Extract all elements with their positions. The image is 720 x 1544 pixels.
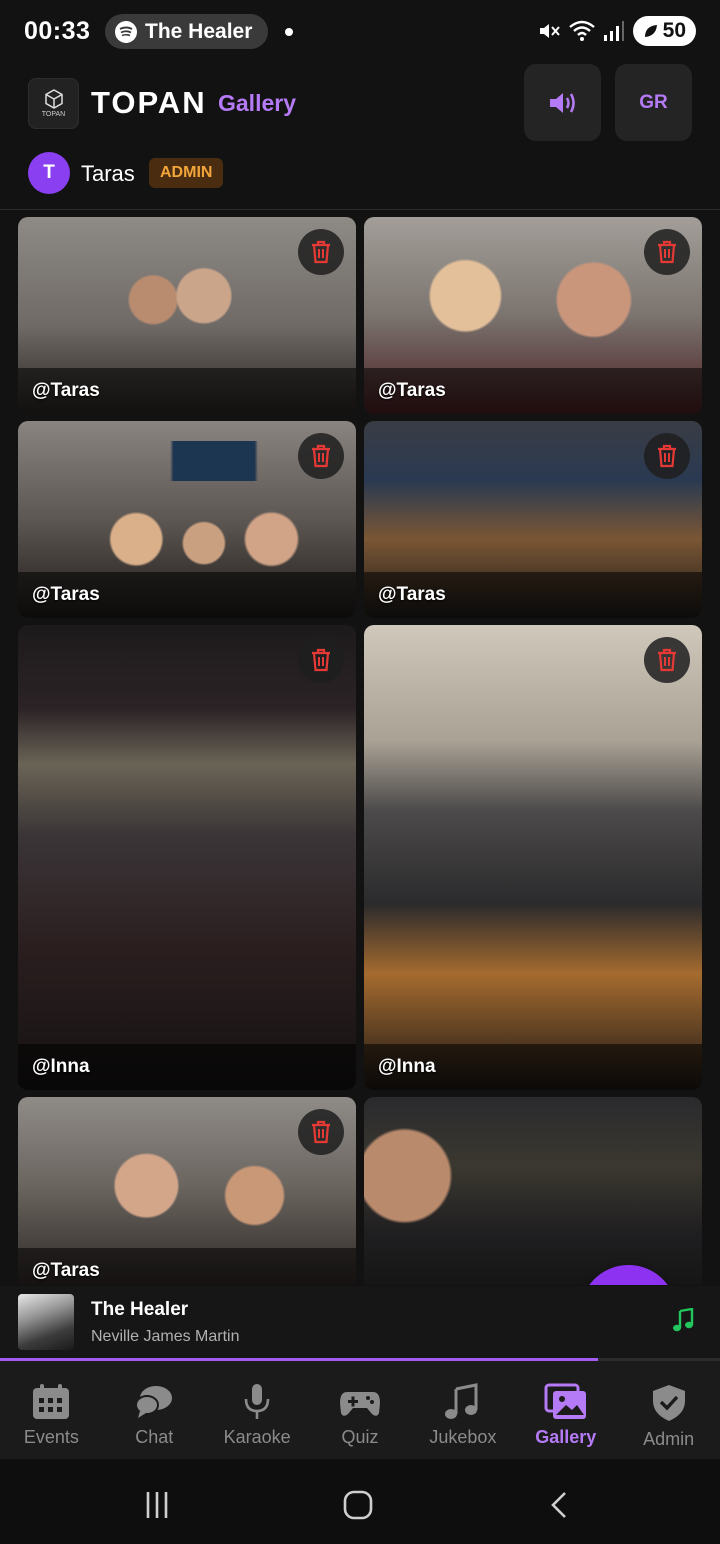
recent-apps-icon <box>146 1492 168 1518</box>
photo-tile[interactable]: @Taras <box>18 1097 356 1285</box>
language-button[interactable]: GR <box>615 64 692 141</box>
photo-tile[interactable]: @Taras <box>364 217 702 414</box>
cube-icon <box>44 89 63 109</box>
nav-chat[interactable]: Chat <box>103 1361 206 1459</box>
music-note-icon <box>672 1307 694 1339</box>
trash-icon <box>658 240 676 264</box>
photo-tile[interactable]: @Taras <box>18 421 356 618</box>
photo-author: @Taras <box>32 584 100 605</box>
battery-indicator: 50 <box>632 16 696 46</box>
speaker-icon <box>549 92 575 113</box>
calendar-icon <box>33 1384 70 1419</box>
sound-button[interactable] <box>524 64 601 141</box>
brand-title: TOPAN <box>91 85 207 120</box>
delete-photo-button[interactable] <box>298 229 344 275</box>
album-cover <box>18 1294 74 1350</box>
nav-karaoke[interactable]: Karaoke <box>206 1361 309 1459</box>
status-time: 00:33 <box>24 17 91 45</box>
admin-badge: ADMIN <box>149 158 224 188</box>
gallery-icon <box>544 1383 586 1419</box>
battery-saver-icon <box>644 25 657 37</box>
user-name: Taras <box>81 161 135 186</box>
delete-photo-button[interactable] <box>644 433 690 479</box>
now-playing-pill[interactable]: The Healer <box>105 14 269 49</box>
nav-jukebox[interactable]: Jukebox <box>411 1361 514 1459</box>
nav-gallery[interactable]: Gallery <box>514 1361 617 1459</box>
photo-tile[interactable]: @Taras <box>18 217 356 414</box>
trash-icon <box>312 444 330 468</box>
status-icons: 50 <box>537 16 696 46</box>
nav-admin-label: Admin <box>643 1429 695 1449</box>
photo-author: @Inna <box>32 1056 90 1077</box>
signal-icon <box>603 21 624 41</box>
delete-photo-button[interactable] <box>644 637 690 683</box>
trash-icon <box>658 648 676 672</box>
photo-author: @Taras <box>32 380 100 401</box>
photo-gallery: @Taras @Taras @Taras @Taras @Inna @Inna … <box>0 210 720 1285</box>
nav-karaoke-label: Karaoke <box>223 1427 291 1447</box>
user-avatar: T <box>28 152 70 194</box>
song-title: The Healer <box>91 1299 189 1320</box>
recent-apps-button[interactable] <box>137 1485 177 1525</box>
spotify-icon <box>115 20 137 43</box>
chat-icon <box>135 1386 173 1418</box>
nav-events-label: Events <box>23 1427 79 1447</box>
song-artist: Neville James Martin <box>91 1328 240 1345</box>
nav-gallery-label: Gallery <box>535 1427 597 1447</box>
now-playing-pill-label: The Healer <box>145 19 253 43</box>
system-navigation-bar <box>0 1459 720 1544</box>
section-title: Gallery <box>218 90 296 116</box>
nav-events[interactable]: Events <box>0 1361 103 1459</box>
mute-icon <box>539 24 560 38</box>
nav-jukebox-label: Jukebox <box>429 1427 497 1447</box>
now-playing-bar[interactable]: The Healer Neville James Martin <box>0 1286 720 1360</box>
nav-quiz[interactable]: Quiz <box>309 1361 412 1459</box>
delete-photo-button[interactable] <box>298 433 344 479</box>
notification-dot <box>285 28 293 36</box>
delete-photo-button[interactable] <box>298 1109 344 1155</box>
trash-icon <box>312 1120 330 1144</box>
photo-image <box>364 1097 702 1285</box>
delete-photo-button[interactable] <box>298 637 344 683</box>
delete-photo-button[interactable] <box>644 229 690 275</box>
back-button[interactable] <box>540 1485 580 1525</box>
photo-author: @Taras <box>378 380 446 401</box>
bottom-navigation: Events Chat Karaoke Quiz Jukebox Gallery… <box>0 1361 720 1459</box>
status-bar: 00:33 The Healer 50 <box>0 0 720 64</box>
wifi-icon <box>568 20 595 41</box>
trash-icon <box>312 240 330 264</box>
home-button[interactable] <box>338 1485 378 1525</box>
photo-tile[interactable] <box>364 1097 702 1285</box>
photo-tile[interactable]: @Taras <box>364 421 702 618</box>
photo-author: @Taras <box>32 1260 100 1281</box>
gamepad-icon <box>340 1392 380 1416</box>
app-logo: TOPAN <box>28 78 79 129</box>
nav-quiz-label: Quiz <box>341 1427 379 1447</box>
microphone-icon <box>244 1384 270 1419</box>
trash-icon <box>312 648 330 672</box>
photo-image <box>18 625 356 1090</box>
trash-icon <box>658 444 676 468</box>
nav-admin[interactable]: Admin <box>617 1361 720 1459</box>
photo-author: @Inna <box>378 1056 436 1077</box>
photo-author: @Taras <box>378 584 446 605</box>
home-icon <box>343 1490 373 1520</box>
app-header: TOPAN TOPAN Gallery GR T Taras ADMIN <box>0 64 720 210</box>
battery-level: 50 <box>662 19 686 42</box>
photo-image <box>364 625 702 1090</box>
back-icon <box>551 1492 566 1518</box>
photo-tile[interactable]: @Inna <box>18 625 356 1090</box>
shield-check-icon <box>652 1385 685 1421</box>
music-note-icon <box>444 1383 478 1419</box>
nav-chat-label: Chat <box>135 1427 174 1447</box>
logo-text: TOPAN <box>41 111 66 118</box>
photo-tile[interactable]: @Inna <box>364 625 702 1090</box>
